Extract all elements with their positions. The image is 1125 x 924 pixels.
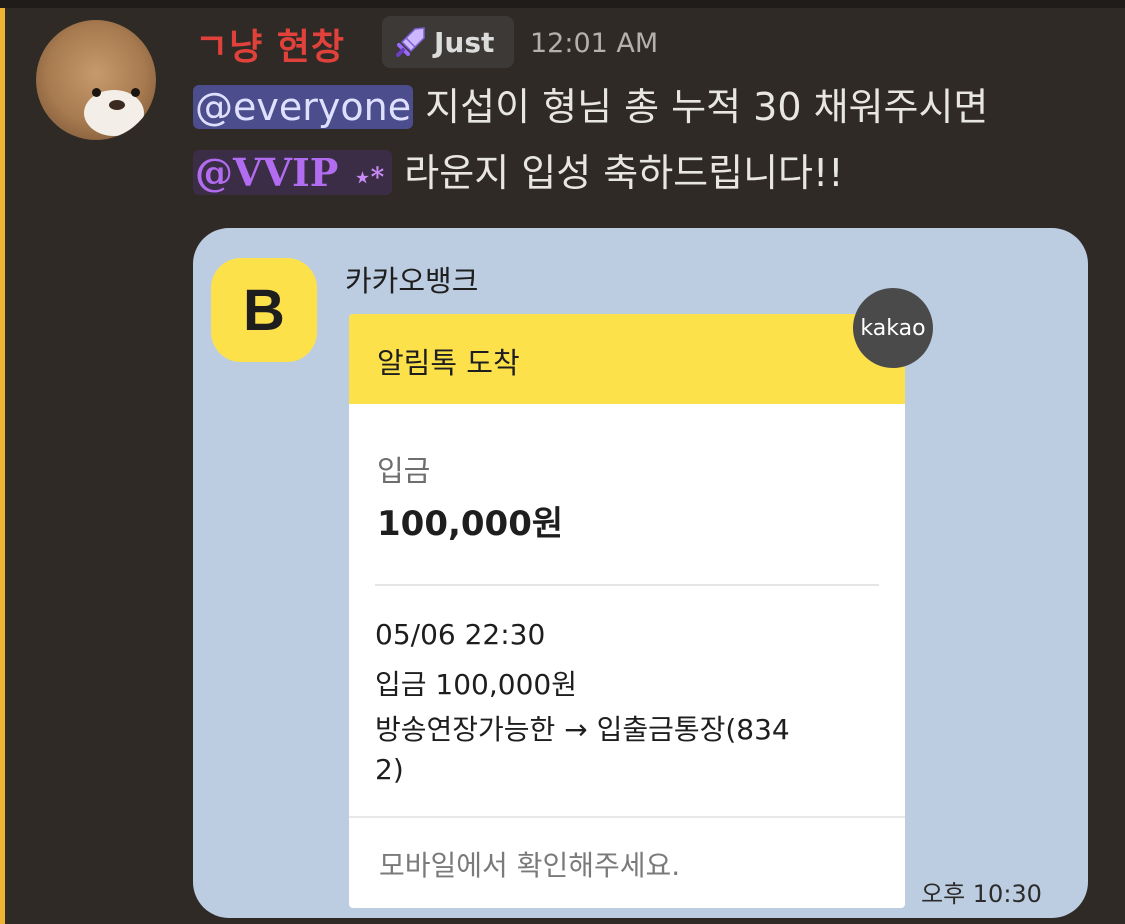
message-text-2: 라운지 입성 축하드립니다!! xyxy=(392,151,844,195)
message-text-1: 지섭이 형님 총 누적 30 채워주시면 xyxy=(413,85,989,129)
detail-account-cont: 2) xyxy=(375,753,404,786)
avatar[interactable] xyxy=(36,20,156,140)
author-name[interactable]: ㄱ냥 현창 xyxy=(195,18,345,70)
divider xyxy=(375,584,879,586)
message-timestamp[interactable]: 12:01 AM xyxy=(530,28,658,59)
everyone-mention[interactable]: @everyone xyxy=(193,85,414,129)
footer-note: 모바일에서 확인해주세요. xyxy=(379,849,681,882)
vvip-role-mention[interactable]: @VVIP ⋆* xyxy=(193,150,393,195)
kakao-profile-badge: kakao xyxy=(853,288,933,368)
vvip-mention-label: @VVIP xyxy=(195,150,339,195)
role-badge-label: Just xyxy=(434,25,495,59)
deposit-amount: 100,000원 xyxy=(377,504,564,544)
notice-title: 알림톡 도착 xyxy=(377,346,520,380)
message-line-2: @VVIP ⋆* 라운지 입성 축하드립니다!! xyxy=(193,142,843,197)
attachment-image[interactable]: B 카카오뱅크 알림톡 도착 입금 100,000원 05/06 22:30 입… xyxy=(193,228,1088,918)
avatar-nose xyxy=(109,100,125,110)
footer-divider xyxy=(349,816,905,818)
avatar-eye-right xyxy=(131,88,140,97)
sparkle-decoration: ⋆* xyxy=(354,163,385,193)
notice-card: 알림톡 도착 입금 100,000원 05/06 22:30 입금 100,00… xyxy=(349,314,905,908)
detail-datetime: 05/06 22:30 xyxy=(375,618,546,651)
kakaobank-logo-letter: B xyxy=(243,277,285,343)
role-badge[interactable]: Just xyxy=(382,16,514,68)
mention-highlight-bar xyxy=(0,8,5,924)
sword-icon xyxy=(396,27,425,57)
bank-name: 카카오뱅크 xyxy=(345,264,479,298)
card-timestamp: 오후 10:30 xyxy=(921,880,1042,908)
avatar-eye-left xyxy=(92,88,101,97)
message-line-1: @everyone 지섭이 형님 총 누적 30 채워주시면 xyxy=(193,76,988,131)
detail-account: 방송연장가능한 → 입출금통장(834 xyxy=(375,713,790,746)
top-divider xyxy=(0,0,1125,8)
deposit-label: 입금 xyxy=(377,454,431,488)
notice-header: 알림톡 도착 xyxy=(349,314,905,404)
kakaobank-logo: B xyxy=(211,258,317,362)
detail-deposit: 입금 100,000원 xyxy=(375,668,577,701)
